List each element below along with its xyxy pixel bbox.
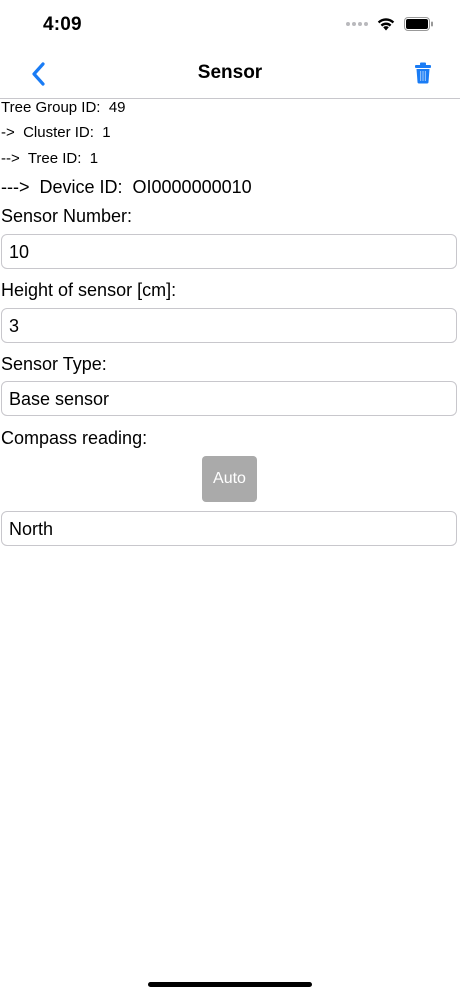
height-label: Height of sensor [cm]: xyxy=(1,280,177,300)
cellular-signal-icon xyxy=(346,21,368,26)
navigation-bar: Sensor xyxy=(0,50,460,99)
delete-button[interactable] xyxy=(414,62,432,84)
device-id: ---> Device ID: OI0000000010 xyxy=(1,177,252,197)
tree-id: --> Tree ID: 1 xyxy=(1,150,99,167)
compass-reading-field[interactable]: North xyxy=(1,511,457,546)
status-time: 4:09 xyxy=(43,14,82,35)
compass-reading-label: Compass reading: xyxy=(1,428,148,448)
sensor-type-field[interactable]: Base sensor xyxy=(1,381,457,416)
status-bar: 4:09 xyxy=(0,0,460,50)
sensor-number-field[interactable]: 10 xyxy=(1,234,457,269)
page-title: Sensor xyxy=(197,62,263,83)
trash-icon xyxy=(415,62,431,84)
home-indicator xyxy=(148,982,312,987)
sensor-type-label: Sensor Type: xyxy=(1,354,107,374)
auto-button[interactable]: Auto xyxy=(202,456,257,502)
status-icons xyxy=(346,16,434,31)
battery-icon xyxy=(404,16,433,31)
sensor-number-label: Sensor Number: xyxy=(1,206,133,226)
wifi-icon xyxy=(377,18,395,31)
tree-group-id: Tree Group ID: 49 xyxy=(1,99,126,116)
height-field[interactable]: 3 xyxy=(1,308,457,343)
cluster-id: -> Cluster ID: 1 xyxy=(1,124,111,141)
